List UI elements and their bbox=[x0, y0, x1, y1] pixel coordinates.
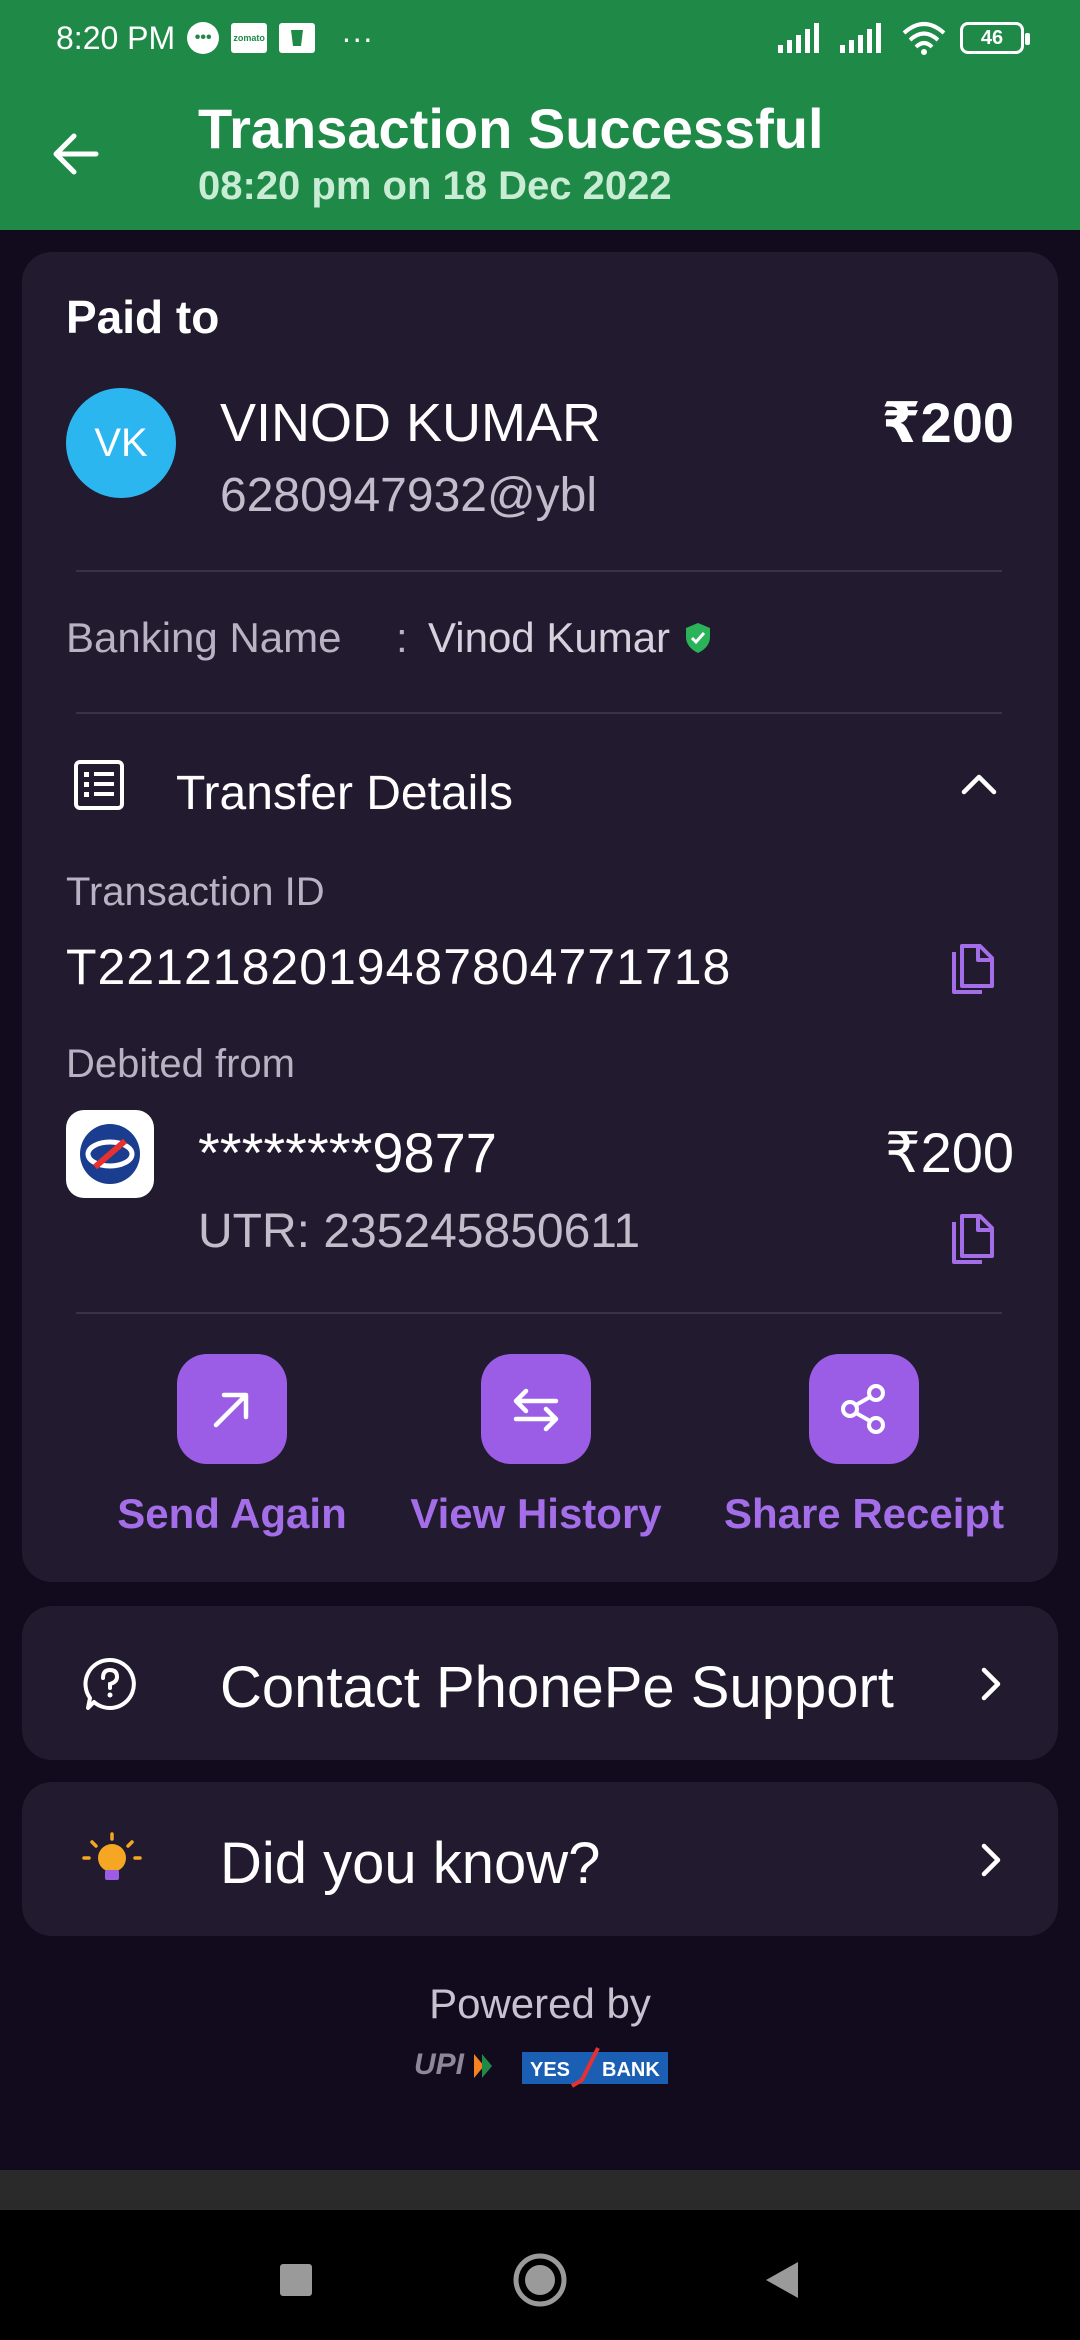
banking-name-label: Banking Name bbox=[66, 614, 342, 661]
send-again-action[interactable]: Send Again bbox=[92, 1354, 372, 1538]
banking-name-colon: : bbox=[396, 614, 408, 661]
back-nav-button[interactable] bbox=[754, 2250, 814, 2310]
copy-utr-icon[interactable] bbox=[946, 1212, 1000, 1270]
receipt-list-icon bbox=[72, 758, 126, 812]
banking-name-value: Vinod Kumar bbox=[428, 614, 671, 661]
status-bar: 8:20 PM ••• zomato ··· 46 bbox=[0, 0, 1080, 76]
upi-logo: UPI bbox=[414, 2048, 492, 2081]
circle-home-icon bbox=[513, 2253, 567, 2307]
svg-text:UPI: UPI bbox=[414, 2048, 465, 2081]
debited-account-number: ********9877 bbox=[198, 1121, 497, 1184]
signal-icon bbox=[840, 23, 881, 53]
battery-indicator: 46 bbox=[960, 22, 1030, 54]
back-button[interactable] bbox=[46, 124, 106, 184]
wifi-icon bbox=[902, 22, 946, 55]
zomato-icon: zomato bbox=[231, 23, 268, 53]
triangle-back-icon bbox=[766, 2262, 798, 2298]
more-notifications: ··· bbox=[341, 19, 374, 56]
lightbulb-icon bbox=[80, 1830, 142, 1890]
arrow-up-right-icon bbox=[213, 1392, 249, 1428]
divider bbox=[76, 712, 1002, 714]
contact-support-label: Contact PhonePe Support bbox=[220, 1655, 894, 1720]
system-navigation-bar bbox=[0, 2210, 1080, 2340]
paid-amount: ₹200 bbox=[881, 391, 1014, 454]
payee-upi-id: 6280947932@ybl bbox=[220, 469, 598, 522]
transaction-card: Paid to VK VINOD KUMAR 6280947932@ybl ₹2… bbox=[22, 252, 1058, 1582]
status-left: 8:20 PM ••• zomato ··· bbox=[56, 20, 373, 57]
divider bbox=[76, 570, 1002, 572]
chevron-right-icon bbox=[962, 1832, 1018, 1888]
chat-bubble-icon: ••• bbox=[187, 22, 220, 54]
swiggy-icon bbox=[279, 23, 316, 53]
status-right: 46 bbox=[778, 21, 1030, 55]
transfer-details-title: Transfer Details bbox=[176, 767, 513, 820]
kotak-logo-icon bbox=[80, 1124, 140, 1184]
view-history-action[interactable]: View History bbox=[396, 1354, 676, 1538]
send-again-button[interactable] bbox=[177, 1354, 287, 1464]
help-circle-icon bbox=[80, 1654, 140, 1714]
did-you-know-label: Did you know? bbox=[220, 1831, 601, 1896]
home-button[interactable] bbox=[510, 2250, 570, 2310]
payee-name: VINOD KUMAR bbox=[220, 393, 602, 453]
chevron-right-icon bbox=[962, 1656, 1018, 1712]
signal-icon bbox=[778, 23, 819, 53]
page-title: Transaction Successful bbox=[198, 97, 824, 160]
partner-logos: UPI YES BANK bbox=[412, 2042, 668, 2092]
collapse-chevron-up-icon[interactable] bbox=[952, 758, 1006, 812]
paid-to-label: Paid to bbox=[66, 291, 220, 343]
transaction-id-label: Transaction ID bbox=[66, 870, 325, 914]
bottom-spacer bbox=[0, 2170, 1080, 2210]
recent-apps-button[interactable] bbox=[266, 2250, 326, 2310]
banking-name-value-group: Vinod Kumar bbox=[428, 614, 712, 662]
send-again-label[interactable]: Send Again bbox=[117, 1490, 346, 1538]
avatar-initials: VK bbox=[94, 420, 148, 465]
copy-transaction-id-icon[interactable] bbox=[946, 942, 1000, 1000]
share-receipt-label[interactable]: Share Receipt bbox=[724, 1490, 1004, 1538]
square-icon bbox=[280, 2264, 312, 2296]
did-you-know-row[interactable]: Did you know? bbox=[22, 1782, 1058, 1936]
battery-level: 46 bbox=[980, 26, 1004, 49]
debited-from-label: Debited from bbox=[66, 1042, 295, 1086]
avatar: VK bbox=[66, 388, 176, 498]
status-time: 8:20 PM bbox=[56, 19, 176, 56]
action-row: Send Again View History Share Receipt bbox=[22, 1354, 1058, 1554]
yes-bank-logo: YES BANK bbox=[522, 2047, 668, 2088]
header: Transaction Successful 08:20 pm on 18 De… bbox=[0, 76, 1080, 230]
page-subtitle: 08:20 pm on 18 Dec 2022 bbox=[198, 164, 672, 208]
divider bbox=[76, 1312, 1002, 1314]
svg-text:BANK: BANK bbox=[602, 2059, 660, 2081]
debited-amount: ₹200 bbox=[884, 1121, 1014, 1184]
share-receipt-button[interactable] bbox=[809, 1354, 919, 1464]
view-history-button[interactable] bbox=[481, 1354, 591, 1464]
share-receipt-action[interactable]: Share Receipt bbox=[724, 1354, 1004, 1538]
svg-text:YES: YES bbox=[530, 2059, 570, 2081]
utr-number: UTR: 235245850611 bbox=[198, 1205, 641, 1258]
view-history-label[interactable]: View History bbox=[410, 1490, 661, 1538]
verified-shield-icon bbox=[686, 623, 711, 653]
transaction-id-value: T2212182019487804771718 bbox=[66, 939, 732, 995]
back-arrow-icon bbox=[53, 133, 99, 175]
bank-logo bbox=[66, 1110, 154, 1198]
powered-by-label: Powered by bbox=[429, 1980, 651, 2027]
swap-arrows-icon bbox=[513, 1388, 559, 1432]
contact-support-row[interactable]: Contact PhonePe Support bbox=[22, 1606, 1058, 1760]
share-icon bbox=[841, 1384, 885, 1434]
